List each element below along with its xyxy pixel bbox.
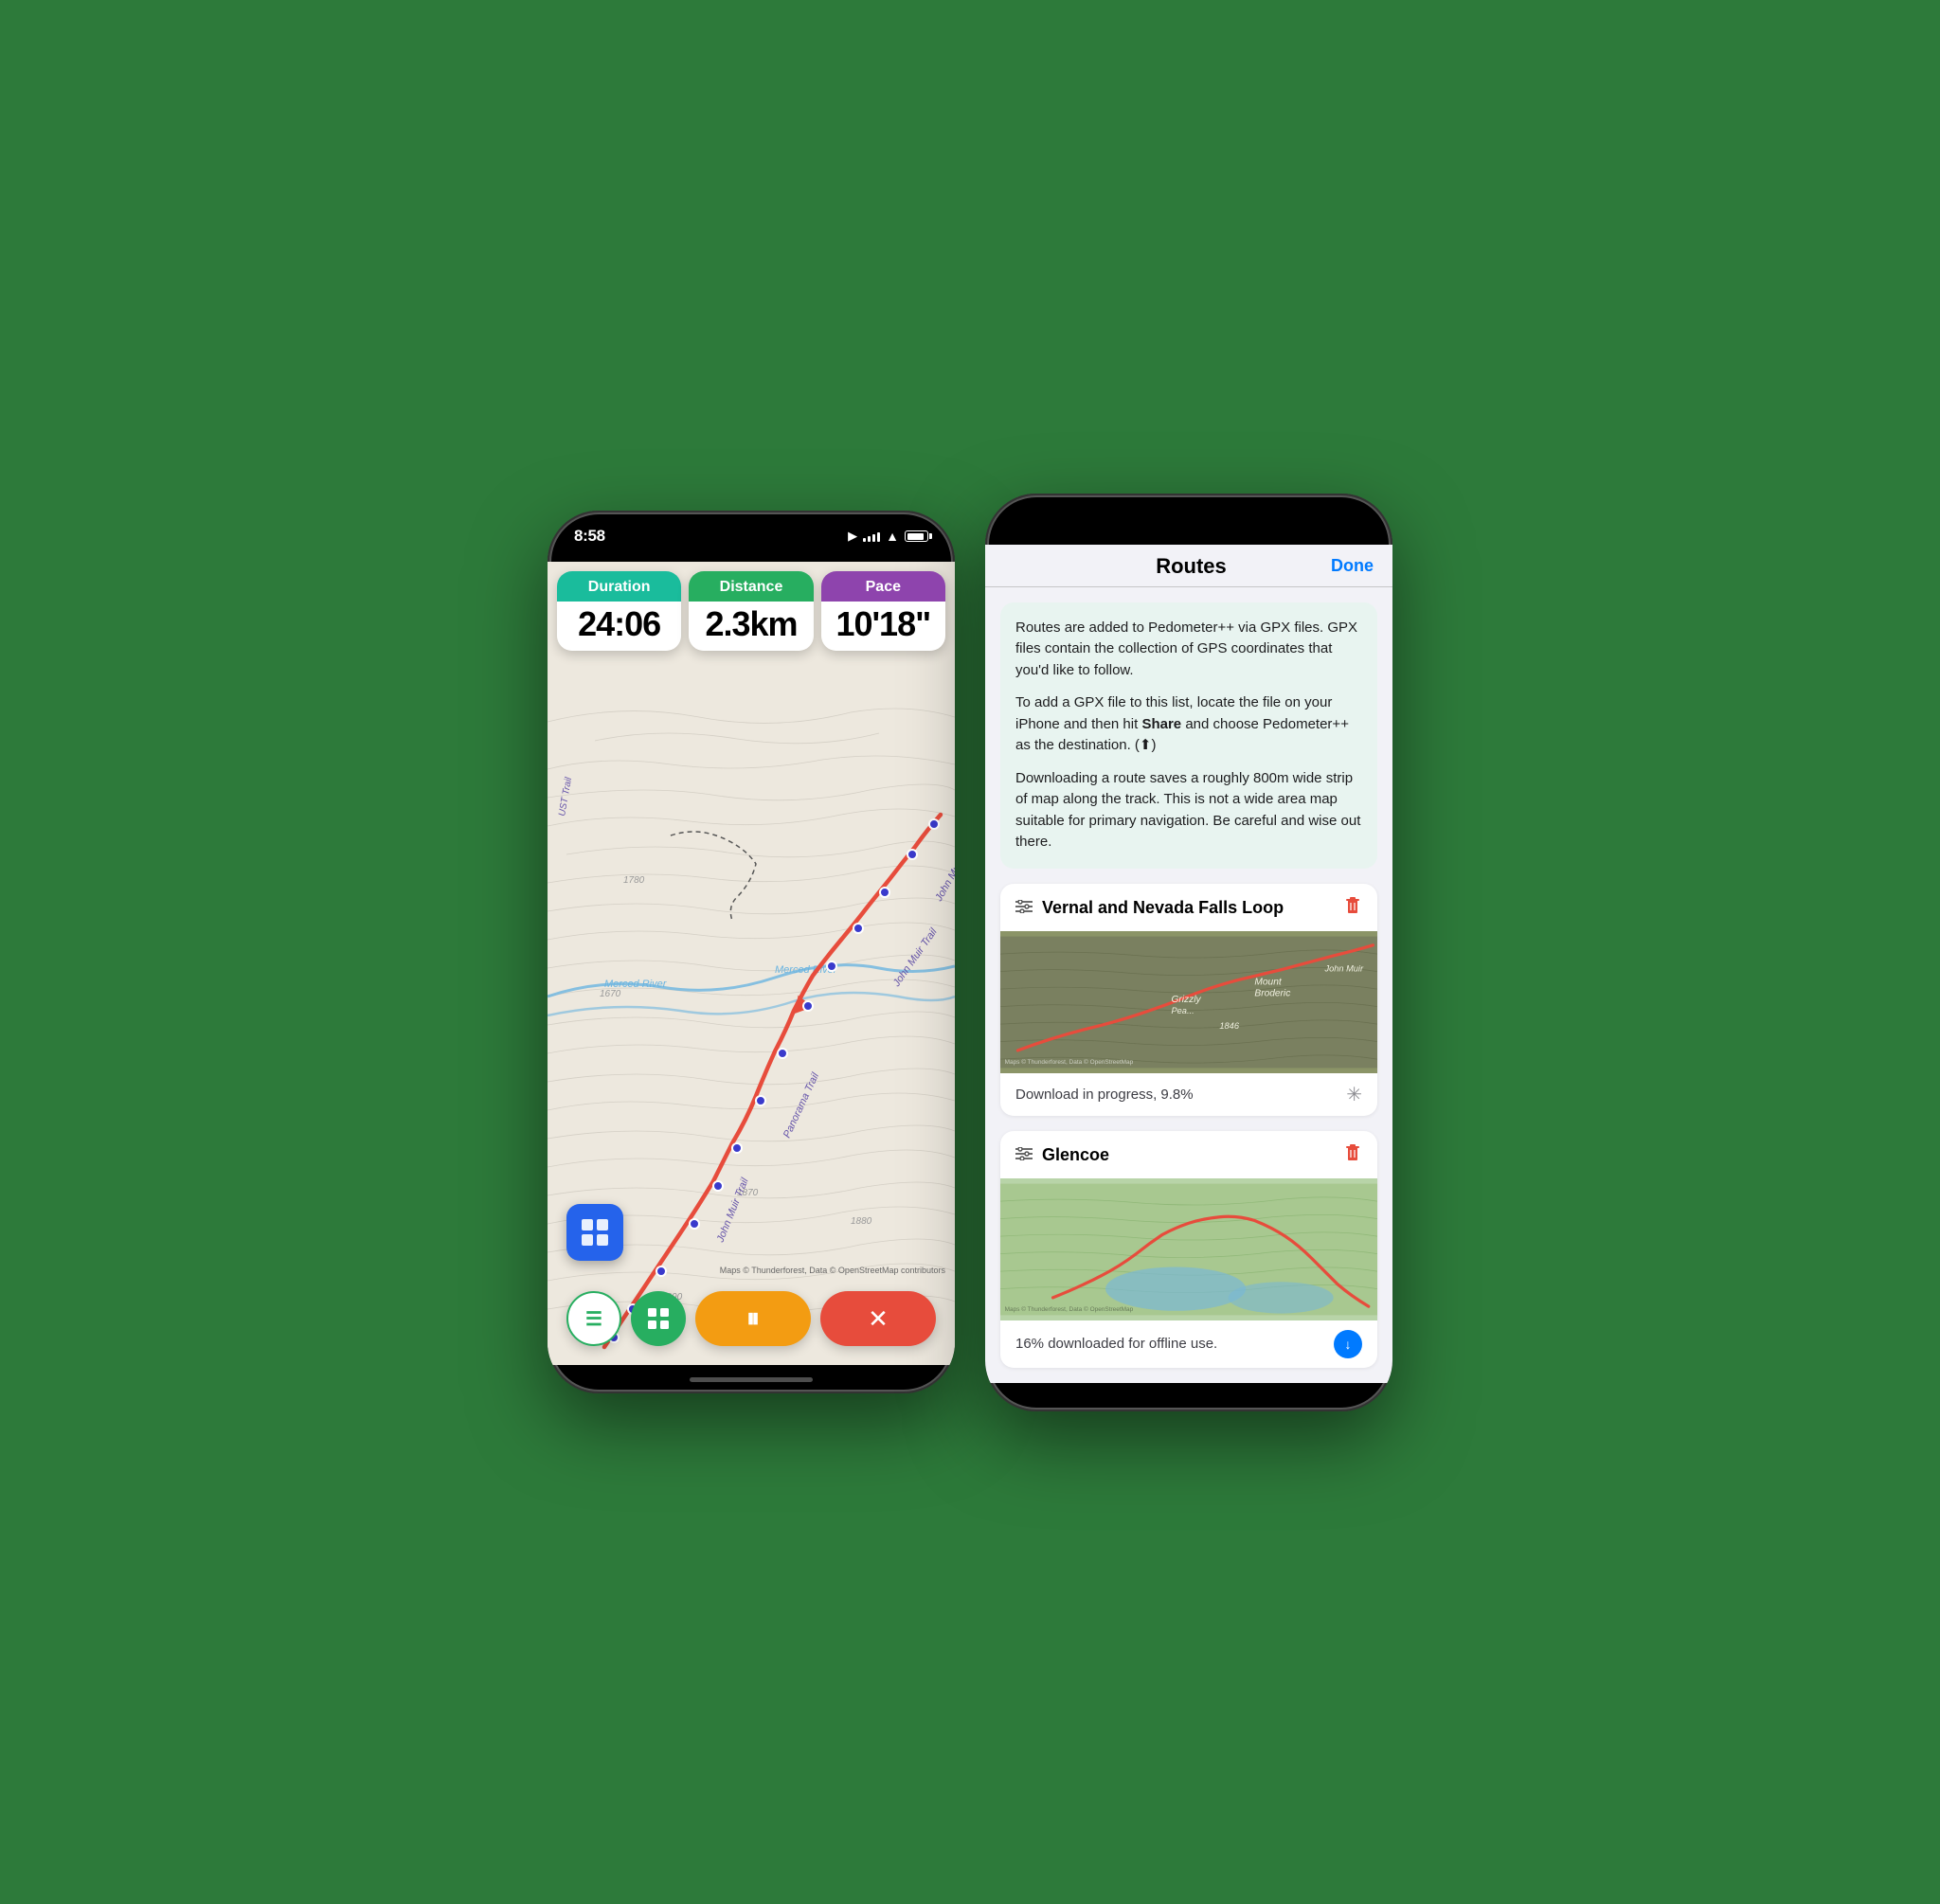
route-title-row-vernal: Vernal and Nevada Falls Loop (1015, 898, 1284, 918)
content-area: Routes are added to Pedometer++ via GPX … (985, 587, 1392, 1383)
pace-value: 10'18" (835, 604, 930, 643)
map-grid-icon (578, 1215, 612, 1249)
info-text-1: Routes are added to Pedometer++ via GPX … (1015, 618, 1362, 682)
distance-value-box: 2.3km (689, 602, 813, 651)
svg-text:Mount: Mount (1254, 977, 1282, 987)
duration-value-box: 24:06 (557, 602, 681, 651)
pace-header: Pace (821, 571, 945, 602)
routes-screen: Routes Done Routes are added to Pedomete… (985, 545, 1392, 1383)
info-text-3: Downloading a route saves a roughly 800m… (1015, 768, 1362, 853)
vernal-map-svg: Grizzly Pea... Mount Broderic John Muir … (1000, 931, 1377, 1073)
svg-text:John Muir: John Muir (1323, 963, 1364, 973)
distance-header: Distance (689, 571, 813, 602)
pause-button[interactable]: ⏸ (695, 1291, 811, 1346)
distance-label: Distance (720, 579, 783, 595)
done-button[interactable]: Done (1331, 556, 1374, 576)
stats-overlay: Duration 24:06 Distance 2.3km Pace (557, 571, 945, 651)
sliders-icon-2 (1015, 1147, 1033, 1160)
list-view-button[interactable]: ☰ (566, 1291, 621, 1346)
filter-icon-glencoe (1015, 1145, 1033, 1165)
wifi-icon-2: ▲ (1323, 512, 1337, 527)
glencoe-map-svg: Maps © Thunderforest, Data © OpenStreetM… (1000, 1178, 1377, 1320)
signal-icon-2 (1301, 513, 1318, 525)
signal-icon (863, 530, 880, 542)
stop-button[interactable]: ✕ (820, 1291, 936, 1346)
stat-card-pace: Pace 10'18" (821, 571, 945, 651)
distance-value: 2.3km (705, 604, 797, 643)
info-card: Routes are added to Pedometer++ via GPX … (1000, 602, 1377, 869)
list-icon: ☰ (585, 1307, 602, 1331)
battery-icon-2 (1342, 513, 1366, 525)
home-bar-1 (690, 1377, 813, 1382)
svg-text:1880: 1880 (851, 1216, 872, 1227)
svg-text:1846: 1846 (1219, 1020, 1239, 1030)
pace-label: Pace (866, 579, 901, 595)
route-header-vernal: Vernal and Nevada Falls Loop (1000, 884, 1377, 931)
route-card-glencoe: Glencoe (1000, 1131, 1377, 1368)
home-bar-2 (1127, 1394, 1250, 1399)
vernal-status: Download in progress, 9.8% (1015, 1087, 1194, 1103)
route-header-glencoe: Glencoe (1000, 1131, 1377, 1178)
route-title-vernal: Vernal and Nevada Falls Loop (1042, 898, 1284, 918)
stop-icon: ✕ (868, 1304, 889, 1334)
pace-value-box: 10'18" (821, 602, 945, 651)
trash-icon-glencoe (1343, 1142, 1362, 1163)
glencoe-footer: 16% downloaded for offline use. ↓ (1000, 1320, 1377, 1368)
map-screen: 1780 1670 1870 1880 1890 1930 Merced Riv… (548, 562, 955, 1365)
status-icons-2: ▲ (1301, 512, 1366, 527)
wifi-icon: ▲ (886, 529, 899, 544)
svg-text:Pea...: Pea... (1171, 1006, 1194, 1015)
duration-header: Duration (557, 571, 681, 602)
grid-map-icon (646, 1306, 671, 1331)
route-card-vernal: Vernal and Nevada Falls Loop (1000, 884, 1377, 1116)
dynamic-island-2 (1132, 507, 1246, 539)
delete-vernal-button[interactable] (1343, 895, 1362, 922)
svg-text:Broderic: Broderic (1254, 988, 1290, 998)
glencoe-map-preview: Maps © Thunderforest, Data © OpenStreetM… (1000, 1178, 1377, 1320)
svg-text:1780: 1780 (623, 875, 645, 886)
sliders-icon (1015, 900, 1033, 913)
nav-bar: Routes Done (985, 545, 1392, 587)
map-view-button[interactable] (631, 1291, 686, 1346)
time-2: 11:19 (1012, 510, 1051, 529)
svg-text:1670: 1670 (600, 989, 621, 999)
stat-card-duration: Duration 24:06 (557, 571, 681, 651)
svg-text:Maps © Thunderforest, Data © O: Maps © Thunderforest, Data © OpenStreetM… (1005, 1057, 1134, 1065)
download-button-glencoe[interactable]: ↓ (1334, 1330, 1362, 1358)
glencoe-status: 16% downloaded for offline use. (1015, 1336, 1217, 1352)
stat-card-distance: Distance 2.3km (689, 571, 813, 651)
route-title-row-glencoe: Glencoe (1015, 1145, 1109, 1165)
pause-icon: ⏸ (746, 1303, 760, 1335)
battery-icon (905, 530, 928, 542)
spinner-icon-vernal: ✳ (1346, 1083, 1362, 1106)
phone-2: 11:19 ▲ Routes Done Routes are ad (985, 494, 1392, 1411)
duration-label: Duration (588, 579, 651, 595)
route-title-glencoe: Glencoe (1042, 1145, 1109, 1165)
filter-icon-vernal (1015, 898, 1033, 918)
phone-1: 8:58 ▶ ▲ (548, 511, 955, 1393)
bottom-toolbar: ☰ ⏸ ✕ (566, 1291, 936, 1346)
map-app-button[interactable] (566, 1204, 623, 1261)
dynamic-island (694, 524, 808, 556)
home-indicator-2 (985, 1383, 1392, 1411)
status-icons-1: ▶ ▲ (848, 529, 928, 544)
time-1: 8:58 (574, 527, 605, 546)
map-attribution: Maps © Thunderforest, Data © OpenStreetM… (720, 1266, 945, 1275)
duration-value: 24:06 (578, 604, 660, 643)
delete-glencoe-button[interactable] (1343, 1142, 1362, 1169)
svg-text:Merced River: Merced River (604, 979, 668, 990)
vernal-map-preview: Grizzly Pea... Mount Broderic John Muir … (1000, 931, 1377, 1073)
location-icon: ▶ (848, 529, 857, 544)
svg-text:Grizzly: Grizzly (1171, 995, 1201, 1005)
vernal-footer: Download in progress, 9.8% ✳ (1000, 1073, 1377, 1116)
home-indicator-1 (548, 1365, 955, 1393)
info-text-2: To add a GPX file to this list, locate t… (1015, 692, 1362, 757)
nav-title: Routes (1156, 554, 1227, 579)
svg-text:Maps © Thunderforest, Data © O: Maps © Thunderforest, Data © OpenStreetM… (1005, 1304, 1134, 1312)
trash-icon-vernal (1343, 895, 1362, 916)
download-arrow-icon: ↓ (1345, 1337, 1352, 1352)
